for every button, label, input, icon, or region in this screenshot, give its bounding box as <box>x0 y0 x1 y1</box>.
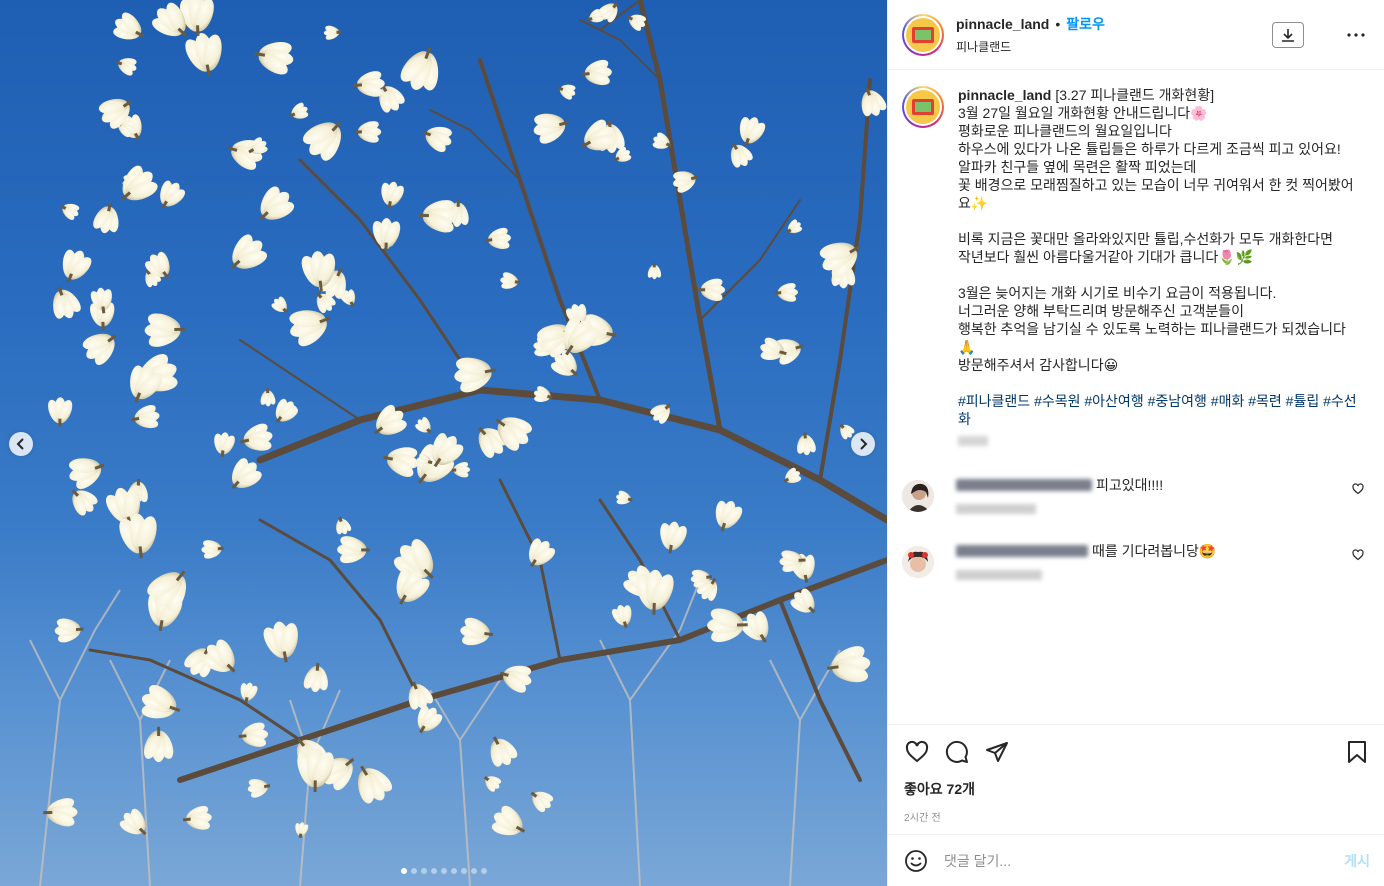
carousel-dot <box>430 868 437 874</box>
carousel-dot <box>450 868 457 874</box>
commenter-avatar[interactable] <box>902 546 934 578</box>
more-options-button[interactable] <box>1344 23 1368 47</box>
download-button[interactable] <box>1272 21 1304 48</box>
save-button[interactable] <box>1344 739 1370 765</box>
download-icon <box>1282 28 1294 42</box>
comment-icon <box>945 740 968 763</box>
comment-item: 피고있대!!!! <box>902 476 1370 514</box>
heart-icon <box>905 740 929 763</box>
bookmark-icon <box>1348 741 1366 763</box>
comment-like-button[interactable] <box>1352 548 1364 561</box>
heart-icon <box>1352 549 1364 561</box>
post-comment-button[interactable]: 게시 <box>1344 851 1370 871</box>
header-username[interactable]: pinnacle_land <box>956 16 1049 32</box>
caption-username[interactable]: pinnacle_land <box>958 87 1051 103</box>
emoji-button[interactable] <box>904 849 928 873</box>
separator-bullet: • <box>1055 16 1061 32</box>
caption: pinnacle_land [3.27 피나클랜드 개화현황] 3월 27일 월요… <box>902 86 1370 428</box>
comment-item: 때를 기다려봅니당🤩 <box>902 542 1370 580</box>
post-timestamp[interactable]: 2시간 전 <box>904 809 1370 824</box>
caption-hashtags[interactable]: #피나클랜드 #수목원 #아산여행 #중남여행 #매화 #목련 #튤립 #수선화 <box>958 393 1357 427</box>
more-options-icon <box>1347 32 1365 37</box>
comment-like-button[interactable] <box>1352 482 1364 495</box>
location-link[interactable]: 피나클랜드 <box>956 38 1272 55</box>
carousel-dot <box>480 868 487 874</box>
carousel-next-button[interactable] <box>851 432 875 456</box>
carousel-indicator <box>0 868 887 874</box>
comments-section[interactable]: pinnacle_land [3.27 피나클랜드 개화현황] 3월 27일 월요… <box>888 70 1384 724</box>
comment-text: 때를 기다려봅니당🤩 <box>1092 543 1217 559</box>
carousel-dot <box>400 868 407 874</box>
post-modal: pinnacle_land • 팔로우 피나클랜드 pinnacle_land … <box>0 0 1384 886</box>
emoji-icon <box>905 849 927 872</box>
follow-button[interactable]: 팔로우 <box>1066 14 1105 34</box>
caption-meta-redacted <box>958 436 988 446</box>
carousel-dot <box>470 868 477 874</box>
redacted-username <box>956 545 1088 557</box>
like-count[interactable]: 좋아요 72개 <box>904 779 1370 799</box>
commenter-avatar[interactable] <box>902 480 934 512</box>
share-button[interactable] <box>984 739 1010 765</box>
comment-input[interactable] <box>944 852 1345 869</box>
post-image[interactable] <box>0 0 887 886</box>
profile-avatar[interactable] <box>902 13 944 56</box>
like-button[interactable] <box>904 739 930 765</box>
magnolia-photo <box>29 0 887 886</box>
comment-meta-redacted <box>956 504 1036 514</box>
heart-icon <box>1352 483 1364 495</box>
carousel-prev-button[interactable] <box>9 432 33 456</box>
chevron-left-icon <box>16 438 24 450</box>
redacted-username <box>956 479 1092 491</box>
post-header: pinnacle_land • 팔로우 피나클랜드 <box>888 0 1384 70</box>
share-icon <box>986 742 1008 762</box>
carousel-dot <box>440 868 447 874</box>
post-sidebar: pinnacle_land • 팔로우 피나클랜드 pinnacle_land … <box>887 0 1384 886</box>
comment-button[interactable] <box>944 739 970 765</box>
carousel-dot <box>420 868 427 874</box>
chevron-right-icon <box>860 438 868 450</box>
comment-meta-redacted <box>956 570 1042 580</box>
post-actions: 좋아요 72개 2시간 전 <box>888 724 1384 834</box>
caption-avatar[interactable] <box>902 86 944 128</box>
carousel-dot <box>410 868 417 874</box>
caption-text: [3.27 피나클랜드 개화현황] 3월 27일 월요일 개화현황 안내드립니다… <box>958 87 1354 373</box>
add-comment-bar: 게시 <box>888 834 1384 886</box>
comment-text: 피고있대!!!! <box>1096 477 1164 493</box>
carousel-dot <box>460 868 467 874</box>
